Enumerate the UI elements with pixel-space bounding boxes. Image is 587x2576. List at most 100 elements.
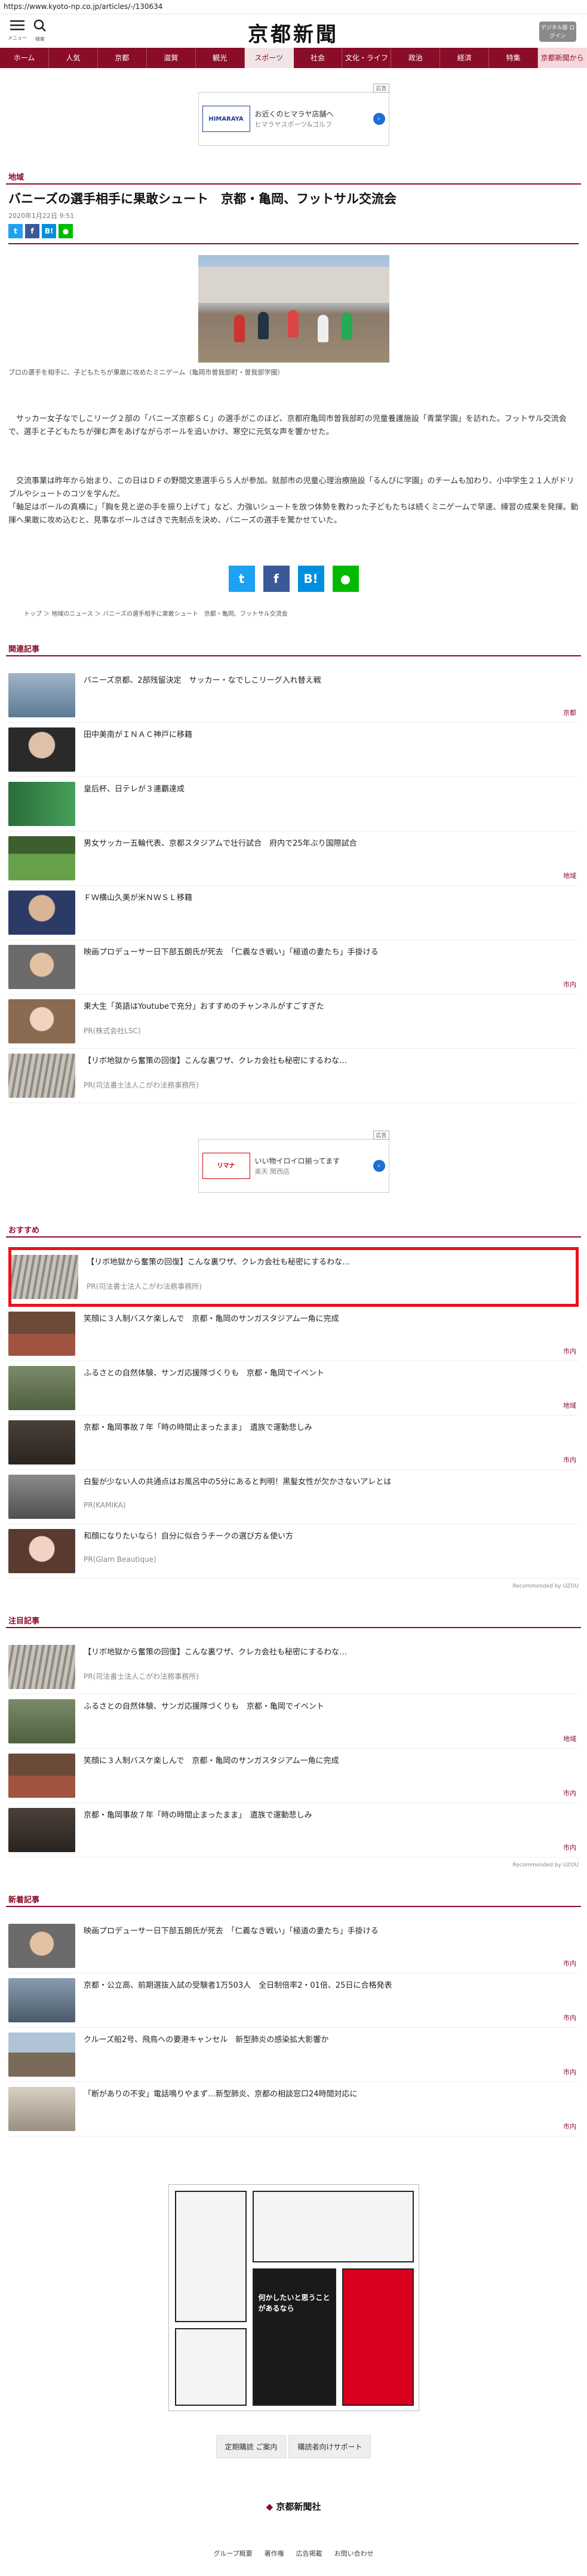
list-item[interactable]: 京都・亀岡事故７年「時の時間止まったまま」 遺族で運動悲しみ 市内	[8, 1803, 579, 1857]
facebook-icon[interactable]: f	[25, 224, 39, 238]
article-thumbnail	[8, 2032, 75, 2077]
article-thumbnail	[8, 1978, 75, 2022]
line-icon[interactable]: ●	[59, 224, 73, 238]
menu-button[interactable]: メニュー	[7, 19, 27, 41]
recommended-by[interactable]: Recommended by UZOU	[0, 1583, 587, 1589]
share-bar-bottom: t f B! ●	[8, 566, 579, 592]
list-item[interactable]: 東大生「英語はYoutubeで充分」おすすめのチャンネルがすごすぎた PR(株式…	[8, 994, 579, 1049]
list-item-title: 笑顔に３人制バスケ楽しんで 京都・亀岡のサンガスタジアム一角に完成	[84, 1315, 339, 1324]
chevron-right-icon[interactable]: ›	[373, 1160, 385, 1172]
list-item[interactable]: クルーズ船2号、飛鳥への要港キャンセル 新型肺炎の感染拡大影響か 市内	[8, 2028, 579, 2082]
list-item[interactable]: 京都・亀岡事故７年「時の時間止まったまま」 遺族で運動悲しみ 市内	[8, 1416, 579, 1470]
list-item-title: クルーズ船2号、飛鳥への要港キャンセル 新型肺炎の感染拡大影響か	[84, 2035, 329, 2044]
footer-links: グループ概要 著作権 広告掲載 お問い合わせ	[0, 2549, 587, 2558]
nav-society[interactable]: 社会	[294, 48, 343, 68]
article-photo[interactable]	[198, 255, 389, 363]
nav-features[interactable]: 特集	[489, 48, 539, 68]
ad-logo: リマナ	[202, 1153, 250, 1179]
nav-culture[interactable]: 文化・ライフ	[342, 48, 392, 68]
list-item[interactable]: 【リボ地獄から奮策の回復】こんな裏ワザ、クレカ会社も秘密にするわな… PR(司法…	[8, 1049, 579, 1103]
list-item[interactable]: 笑顔に３人制バスケ楽しんで 京都・亀岡のサンガスタジアム一角に完成 市内	[8, 1749, 579, 1803]
list-item[interactable]: 和顔になりたいなら！自分に似合うチークの選び方＆使い方 PR(Glam Beau…	[8, 1524, 579, 1579]
facebook-icon[interactable]: f	[263, 566, 290, 592]
region-tag: 市内	[563, 2123, 576, 2130]
list-item[interactable]: 映画プロデューサー日下部五朗氏が死去 「仁義なき戦い」「極道の妻たち」手掛ける …	[8, 940, 579, 994]
nav-popular[interactable]: 人気	[49, 48, 98, 68]
search-button[interactable]: 検索	[30, 19, 50, 42]
twitter-icon[interactable]: t	[8, 224, 23, 238]
nav-home[interactable]: ホーム	[0, 48, 49, 68]
list-item-title: 皇后杯、日テレが３連覇達成	[84, 785, 185, 794]
footer-link[interactable]: グループ概要	[213, 2549, 252, 2558]
breadcrumb-item[interactable]: トップ	[24, 611, 42, 618]
article-thumbnail	[8, 673, 75, 717]
article-thumbnail	[8, 1529, 75, 1573]
breadcrumb-item: バニーズの選手相手に果敢シュート 京都・亀岡、フットサル交流会	[103, 611, 288, 618]
nav-sports[interactable]: スポーツ	[244, 48, 294, 68]
nav-from-kyoto-np[interactable]: 京都新聞から	[538, 48, 587, 68]
nav-kyoto[interactable]: 京都	[98, 48, 147, 68]
subscriber-support-link[interactable]: 購読者向けサポート	[288, 2435, 371, 2458]
list-item[interactable]: 田中美南がＩＮＡＣ神戸に移籍	[8, 723, 579, 777]
footer-link[interactable]: 著作権	[265, 2549, 284, 2558]
list-item[interactable]: 映画プロデューサー日下部五朗氏が死去 「仁義なき戦い」「極道の妻たち」手掛ける …	[8, 1919, 579, 1973]
ad-text: いい物イロイロ揃ってます	[254, 1156, 340, 1165]
list-item[interactable]: ふるさとの自然体験、サンガ応援隊づくりも 京都・亀岡でイベント 地域	[8, 1361, 579, 1416]
region-tag: 市内	[563, 2068, 576, 2076]
list-item[interactable]: 京都・公立高、前期選抜入試の受験者1万503人 全日制倍率2・01倍、25日に合…	[8, 1973, 579, 2028]
list-item[interactable]: 白髪が少ない人の共通点はお風呂中の5分にあると判明！黒髪女性が欠かさないアレとは…	[8, 1470, 579, 1524]
nav-economy[interactable]: 経済	[440, 48, 490, 68]
ad-label: 広告	[373, 1131, 389, 1140]
list-item-title: 【リボ地獄から奮策の回復】こんな裏ワザ、クレカ会社も秘密にするわな…	[84, 1057, 348, 1066]
digital-login-button[interactable]: デジタル版 ログイン	[539, 22, 576, 42]
list-item[interactable]: ＦＷ横山久美が米ＮＷＳＬ移籍	[8, 886, 579, 940]
menu-label: メニュー	[8, 35, 27, 41]
region-tag: 市内	[563, 1844, 576, 1852]
manga-caption: 何かしたいと思うことがあるなら	[258, 2293, 330, 2313]
article-date: 2020年1月22日 9:51	[8, 212, 75, 220]
company-logo-icon: ◆	[266, 2501, 273, 2512]
article-thumbnail	[8, 1808, 75, 1852]
footer-logo[interactable]: ◆ 京都新聞社	[0, 2500, 587, 2513]
list-item[interactable]: ふるさとの自然体験、サンガ応援隊づくりも 京都・亀岡でイベント 地域	[8, 1694, 579, 1749]
ad-subtext: 楽天 関西店	[254, 1167, 290, 1175]
hamburger-icon	[10, 20, 24, 30]
address-bar[interactable]: https://www.kyoto-np.co.jp/articles/-/13…	[0, 0, 587, 14]
list-item[interactable]: 「断がありの不安」電話鳴りやまず…新型肺炎、京都の相談窓口24時間対応に 市内	[8, 2082, 579, 2136]
twitter-icon[interactable]: t	[228, 566, 255, 592]
manga-ad[interactable]: 何かしたいと思うことがあるなら	[168, 2184, 419, 2411]
nav-tourism[interactable]: 観光	[196, 48, 245, 68]
footer-logo-text: 京都新聞社	[276, 2501, 321, 2512]
nav-shiga[interactable]: 滋賀	[147, 48, 196, 68]
top-ad[interactable]: 広告 HIMARAYA お近くのヒマラヤ店舗へ ヒマラヤスポーツ&ゴルフ ›	[198, 84, 389, 146]
breadcrumb-item[interactable]: 地域のニュース	[51, 611, 93, 618]
chevron-right-icon[interactable]: ›	[373, 113, 385, 125]
list-item[interactable]: 笑顔に３人制バスケ楽しんで 京都・亀岡のサンガスタジアム一角に完成 市内	[8, 1307, 579, 1361]
nav-politics[interactable]: 政治	[391, 48, 441, 68]
ad-logo: HIMARAYA	[202, 106, 250, 132]
line-icon[interactable]: ●	[332, 566, 359, 592]
recommended-by[interactable]: Recommended by UZOU	[0, 1862, 587, 1868]
list-item[interactable]: バニーズ京都、2部残留決定 サッカー・なでしこリーグ入れ替え戦 京都	[8, 668, 579, 723]
article-thumbnail	[8, 1754, 75, 1798]
list-item[interactable]: 【リボ地獄から奮策の回復】こんな裏ワザ、クレカ会社も秘密にするわな… PR(司法…	[8, 1640, 579, 1694]
hatena-icon[interactable]: B!	[42, 224, 56, 238]
footer-link[interactable]: お問い合わせ	[334, 2549, 374, 2558]
site-logo[interactable]: 京都新聞	[227, 18, 359, 47]
list-item[interactable]: 【リボ地獄から奮策の回復】こんな裏ワザ、クレカ会社も秘密にするわな… PR(司法…	[8, 1247, 579, 1307]
mid-ad[interactable]: 広告 リマナ いい物イロイロ揃ってます 楽天 関西店 ›	[198, 1131, 389, 1193]
list-item-title: バニーズ京都、2部残留決定 サッカー・なでしこリーグ入れ替え戦	[84, 676, 321, 685]
pr-label: PR(司法書士法人こがわ法務事務所)	[87, 1282, 202, 1291]
list-item[interactable]: 男女サッカー五輪代表、京都スタジアムで壮行試合 府内で25年ぶり国際試合 地域	[8, 831, 579, 886]
article-thumbnail	[8, 1699, 75, 1743]
hatena-icon[interactable]: B!	[297, 566, 324, 592]
list-item[interactable]: 皇后杯、日テレが３連覇達成	[8, 777, 579, 831]
list-item-title: 映画プロデューサー日下部五朗氏が死去 「仁義なき戦い」「極道の妻たち」手掛ける	[84, 1927, 379, 1936]
list-item-title: 田中美南がＩＮＡＣ神戸に移籍	[84, 730, 193, 739]
photo-caption: プロの選手を相手に、子どもたちが果敢に攻めたミニゲーム（亀岡市曽我部町・曽我部学…	[8, 369, 284, 376]
subscription-guide-link[interactable]: 定期購読 ご案内	[216, 2435, 287, 2458]
region-tag: 市内	[563, 1347, 576, 1355]
latest-heading: 新着記事	[6, 1892, 581, 1907]
subscription-links: 定期購読 ご案内 購読者向けサポート	[0, 2435, 587, 2458]
footer-link[interactable]: 広告掲載	[296, 2549, 322, 2558]
